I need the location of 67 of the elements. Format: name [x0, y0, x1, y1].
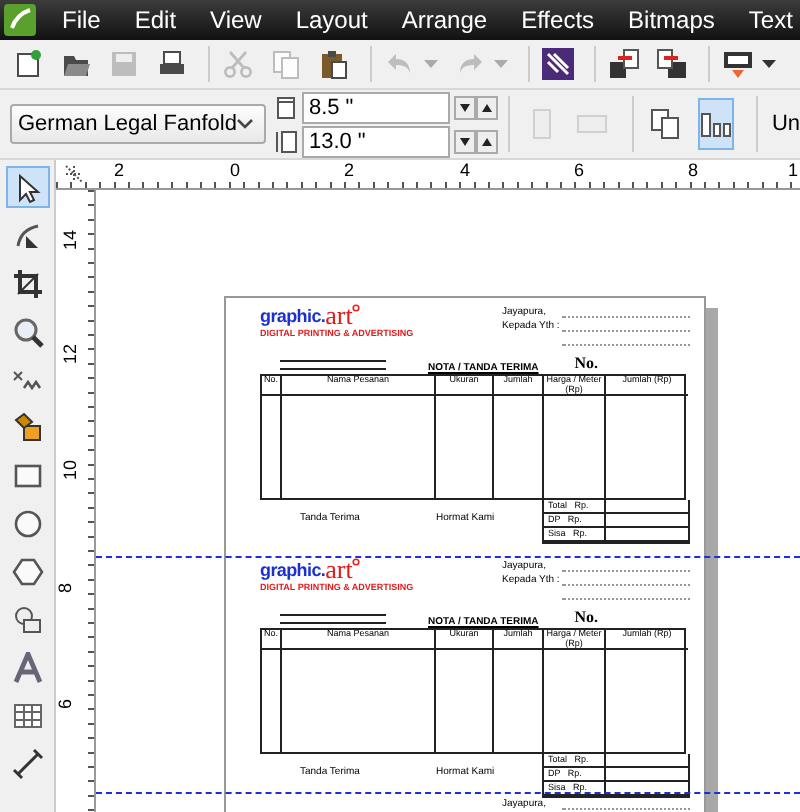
number-label: No.: [574, 608, 599, 628]
monitor-icon: [722, 48, 754, 80]
ruler-label: 10: [60, 460, 80, 480]
logo-swirl-icon: [352, 304, 361, 312]
launcher-icon: [542, 48, 574, 80]
ruler-label: 6: [55, 699, 75, 709]
units-label: Un: [771, 112, 800, 136]
crop-icon: [11, 267, 43, 299]
width-field[interactable]: 8.5 ": [302, 91, 451, 123]
export-icon: [656, 48, 688, 80]
menu-item[interactable]: Effects: [521, 6, 595, 34]
clipboard-icon: [318, 48, 350, 80]
ruler-label: 6: [574, 160, 585, 180]
import-icon: [608, 48, 640, 80]
ruler-label: 4: [460, 160, 471, 180]
logo-swirl-icon: [352, 558, 361, 566]
pointer-tool[interactable]: [5, 166, 49, 208]
menu-item[interactable]: Bitmaps: [628, 6, 715, 34]
ruler-label: 8: [55, 583, 75, 593]
zoom-icon: [11, 315, 43, 347]
ruler-label: 12: [60, 344, 80, 364]
page-height-icon: [274, 129, 299, 153]
copy-icon: [270, 48, 302, 80]
page-size-dropdown[interactable]: German Legal Fanfold: [10, 104, 267, 144]
chevron-icon: [236, 118, 255, 130]
polygon-icon: [11, 555, 43, 587]
logo-text: graphic.: [260, 304, 326, 328]
current-page-icon: [699, 108, 732, 140]
ruler-label: 8: [688, 160, 699, 180]
app-logo-icon: [4, 4, 36, 36]
all-pages-icon: [650, 108, 683, 140]
spin-buttons-icon[interactable]: [454, 129, 499, 153]
ruler-origin-icon[interactable]: [64, 164, 84, 184]
ruler-label: 1: [788, 160, 799, 180]
dimension-icon: [11, 747, 43, 779]
menu-item[interactable]: Arrange: [401, 6, 488, 34]
height-field[interactable]: 13.0 ": [302, 125, 451, 157]
ruler-label: 2: [344, 160, 355, 180]
menu-item[interactable]: View: [210, 6, 262, 34]
shapes-icon: [11, 603, 43, 635]
number-label: No.: [574, 354, 599, 374]
current-page-button[interactable]: [697, 98, 735, 150]
fill-icon: [11, 411, 43, 443]
printer-icon: [156, 48, 188, 80]
ellipse-icon: [11, 507, 43, 539]
logo-text: graphic.: [260, 558, 326, 582]
text-tool-icon: [11, 651, 43, 683]
export-button[interactable]: [652, 44, 692, 84]
table-icon: [11, 699, 43, 731]
menu-item[interactable]: Edit: [134, 6, 177, 34]
ruler-label: 2: [114, 160, 125, 180]
rectangle-icon: [11, 459, 43, 491]
page-width-icon: [274, 95, 299, 119]
import-button[interactable]: [604, 44, 644, 84]
menu-item[interactable]: Layout: [295, 6, 368, 34]
logo-text: art: [325, 304, 353, 326]
ruler-label: 0: [230, 160, 241, 180]
ruler-label: 14: [60, 230, 80, 250]
shape-tool-icon: [11, 219, 43, 251]
new-document-icon: [12, 48, 44, 80]
launcher-button[interactable]: [538, 44, 578, 84]
spin-buttons-icon[interactable]: [454, 95, 499, 119]
caret-icon[interactable]: [762, 60, 776, 68]
menu-item[interactable]: File: [62, 6, 101, 34]
scissors-icon: [222, 48, 254, 80]
menu-item[interactable]: Text: [748, 6, 793, 34]
logo-text: art: [325, 558, 353, 580]
